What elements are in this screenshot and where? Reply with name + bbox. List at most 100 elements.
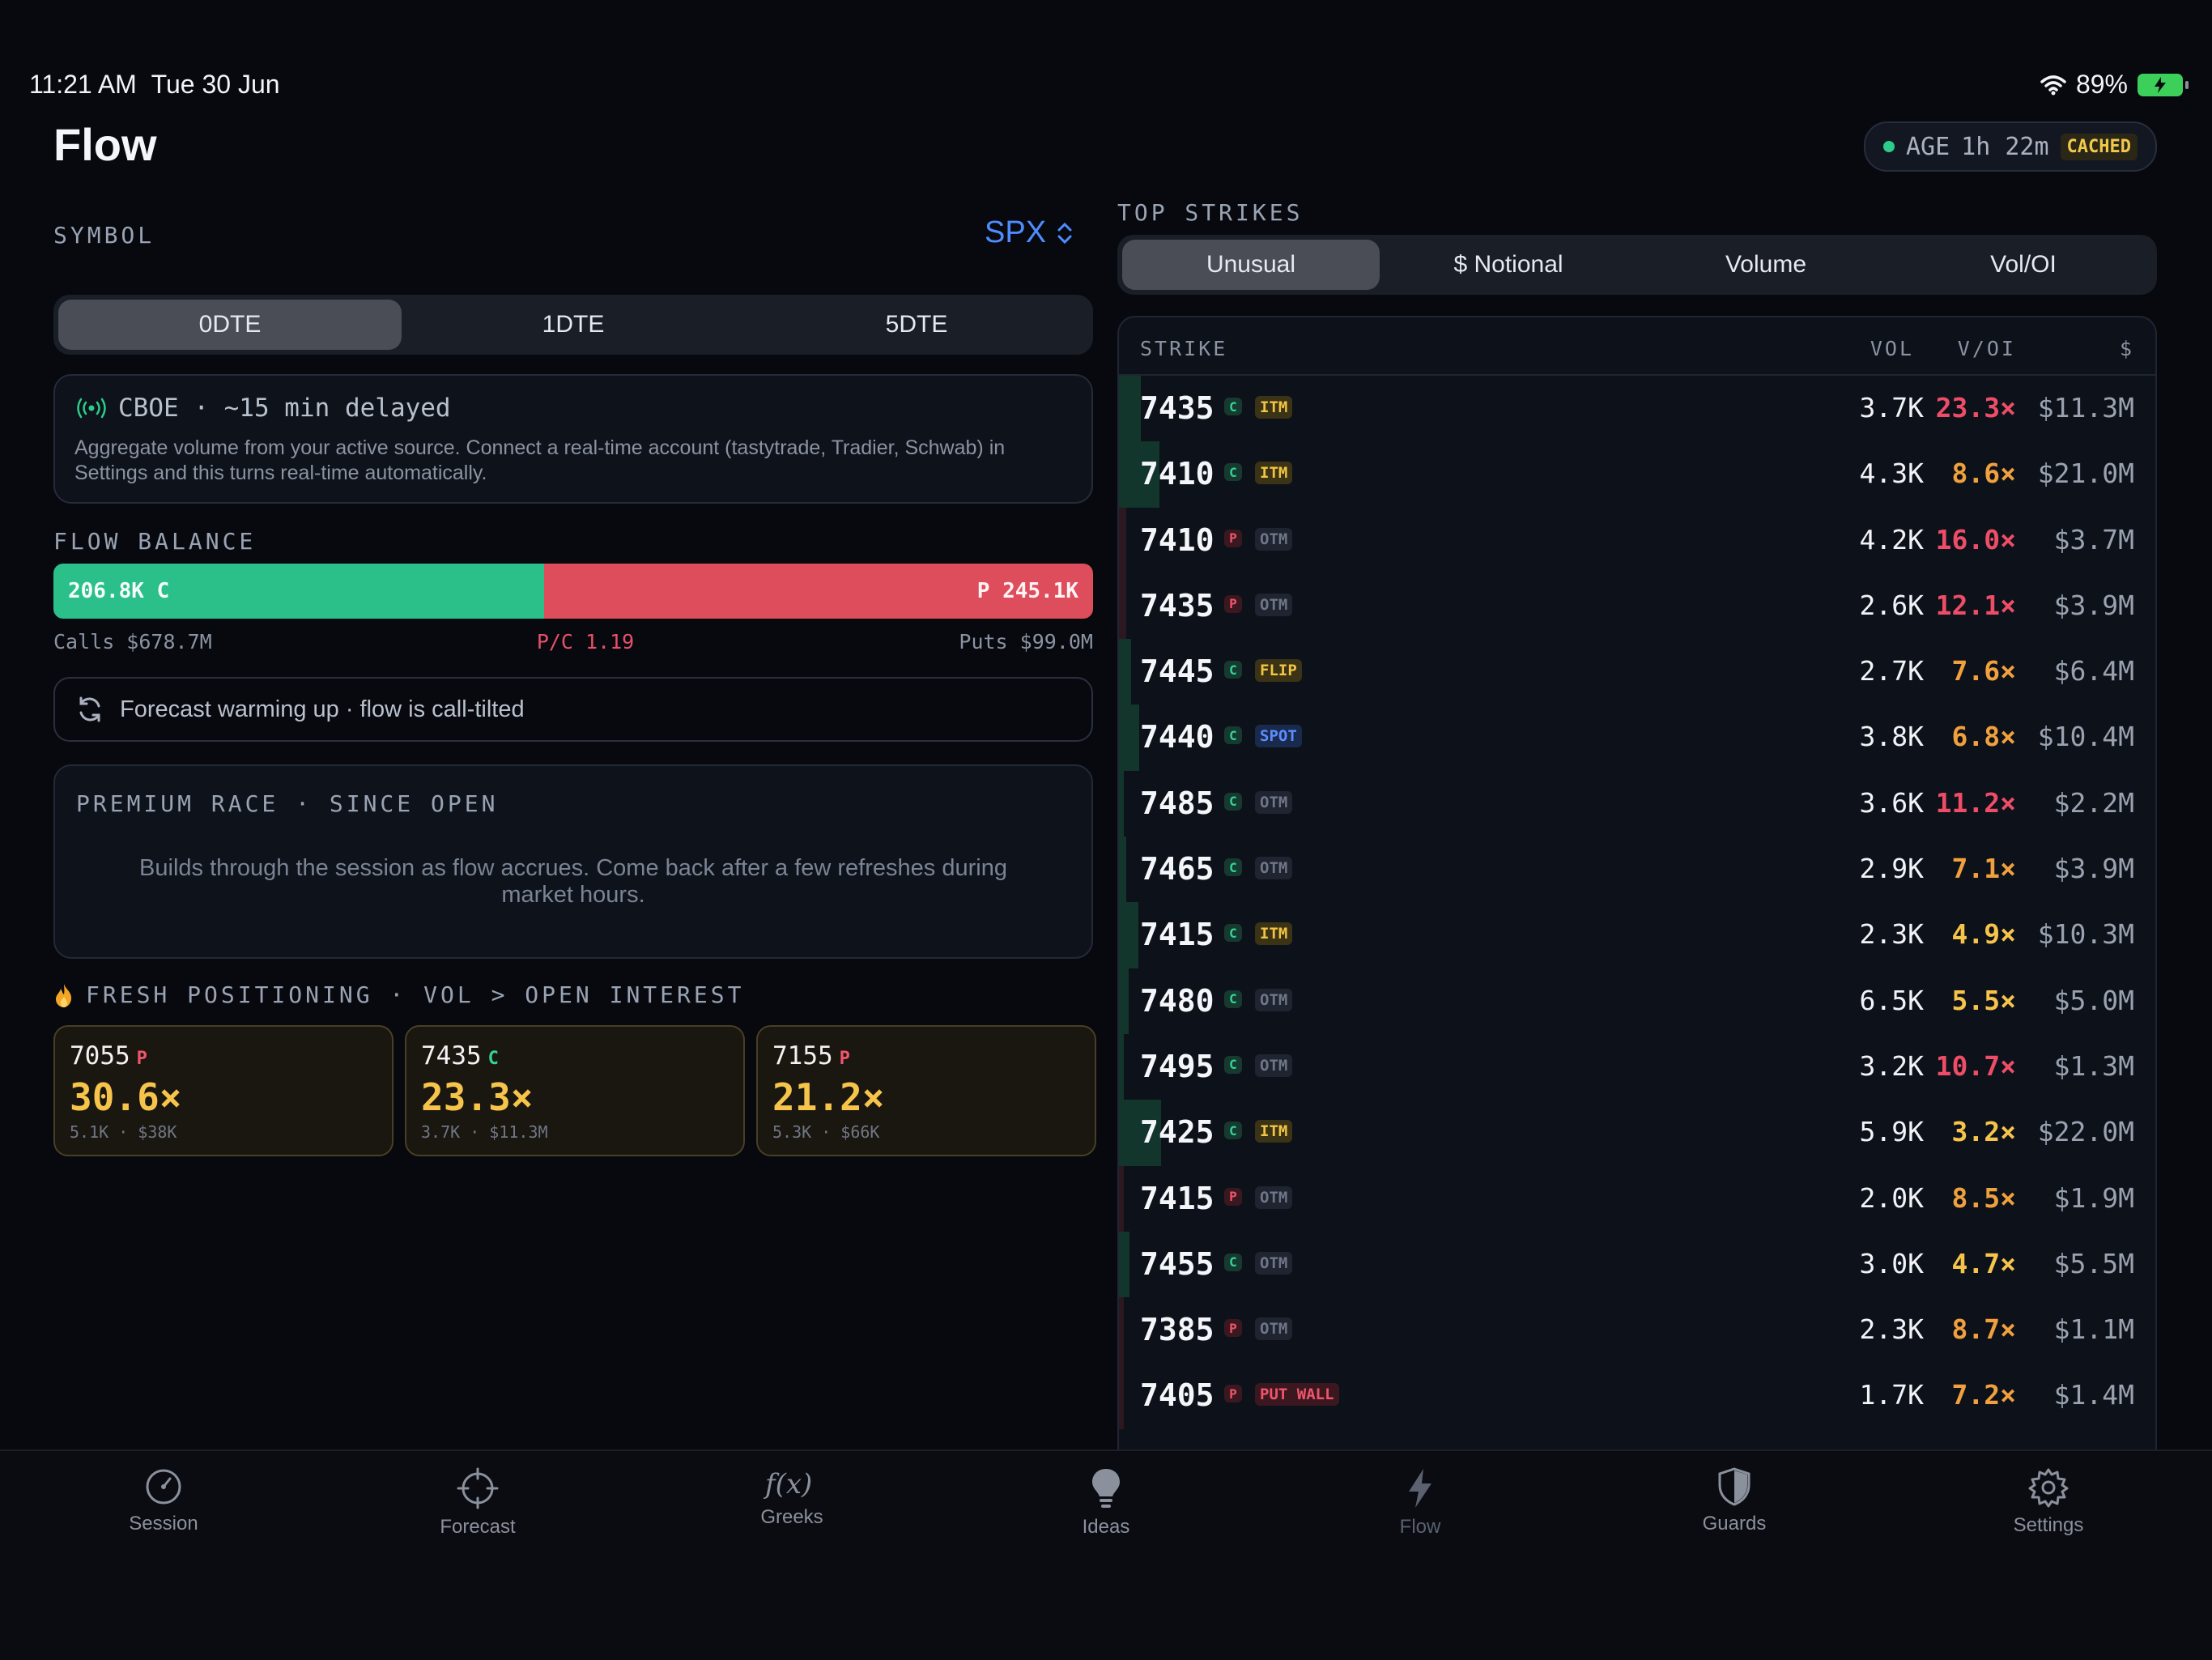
volume-value: 1.7K (1859, 1379, 1924, 1411)
volume-value: 2.9K (1859, 853, 1924, 885)
table-row[interactable]: 7405 P PUT WALL 1.7K 7.2× $1.4M (1119, 1363, 2155, 1429)
table-row[interactable]: 7455 C OTM 3.0K 4.7× $5.5M (1119, 1231, 2155, 1298)
table-row[interactable]: 7435 P OTM 2.6K 12.1× $3.9M (1119, 572, 2155, 640)
vol-oi-ratio: 11.2× (1935, 786, 2016, 819)
tab-volume[interactable]: Volume (1637, 240, 1895, 290)
table-row[interactable]: 7410 P OTM 4.2K 16.0× $3.7M (1119, 507, 2155, 573)
notional-share-bar (1119, 1297, 1124, 1364)
wifi-icon (2040, 74, 2066, 95)
notional-share-bar (1119, 968, 1129, 1034)
source-title: CBOE · ~15 min delayed (118, 394, 451, 423)
volume-value: 6.5K (1859, 984, 1924, 1016)
refresh-icon (79, 696, 100, 722)
volume-value: 3.0K (1859, 1247, 1924, 1279)
table-row[interactable]: 7415 C ITM 2.3K 4.9× $10.3M (1119, 902, 2155, 968)
table-row[interactable]: 7440 C SPOT 3.8K 6.8× $10.4M (1119, 704, 2155, 771)
broadcast-icon (77, 398, 106, 419)
notional-value: $5.0M (2053, 984, 2134, 1016)
age-label: AGE (1905, 132, 1950, 161)
nav-forecast[interactable]: Forecast (397, 1467, 559, 1539)
nav-label: Guards (1702, 1513, 1767, 1534)
table-row[interactable]: 7410 C ITM 4.3K 8.6× $21.0M (1119, 441, 2155, 508)
nav-settings[interactable]: Settings (1967, 1467, 2129, 1537)
table-row[interactable]: 7385 P OTM 2.3K 8.7× $1.1M (1119, 1297, 2155, 1364)
strike-price: 7410 (1140, 456, 1214, 492)
notional-share-bar (1119, 507, 1126, 573)
tab-unusual[interactable]: Unusual (1122, 240, 1380, 290)
option-type-badge: C (1224, 463, 1242, 482)
table-row[interactable]: 7415 P OTM 2.0K 8.5× $1.9M (1119, 1165, 2155, 1232)
moneyness-badge: OTM (1255, 790, 1293, 814)
chevron-updown-icon (1057, 222, 1072, 244)
function-icon: f(x) (764, 1468, 812, 1500)
notional-value: $10.3M (2037, 918, 2134, 951)
table-row[interactable]: 7445 C FLIP 2.7K 7.6× $6.4M (1119, 639, 2155, 705)
table-row[interactable]: 7480 C OTM 6.5K 5.5× $5.0M (1119, 968, 2155, 1034)
table-row[interactable]: 7485 C OTM 3.6K 11.2× $2.2M (1119, 770, 2155, 837)
table-row[interactable]: 7495 C OTM 3.2K 10.7× $1.3M (1119, 1033, 2155, 1100)
nav-guards[interactable]: Guards (1653, 1467, 1815, 1535)
strike-price: 7415 (1140, 1180, 1214, 1216)
table-row[interactable]: 7465 C OTM 2.9K 7.1× $3.9M (1119, 836, 2155, 903)
nav-label: Forecast (440, 1516, 516, 1538)
option-type-badge: P (1224, 594, 1242, 613)
symbol-picker[interactable]: SPX (985, 215, 1074, 250)
volume-value: 3.6K (1859, 786, 1924, 819)
notional-share-bar (1119, 704, 1139, 771)
notional-value: $5.5M (2053, 1247, 2134, 1279)
nav-ideas[interactable]: Ideas (1025, 1467, 1187, 1539)
strike-price: 7455 (1140, 1245, 1214, 1282)
cached-badge: CACHED (2060, 133, 2138, 160)
notional-value: $1.3M (2053, 1049, 2134, 1082)
notional-value: $6.4M (2053, 655, 2134, 687)
option-type-badge: C (1224, 1122, 1242, 1140)
option-type-badge: C (1224, 726, 1242, 745)
nav-flow[interactable]: Flow (1339, 1467, 1501, 1539)
top-strikes-sort-tabs: Unusual $ Notional Volume Vol/OI (1117, 235, 2157, 295)
gear-icon (2028, 1468, 2069, 1508)
crosshair-icon (457, 1467, 499, 1509)
option-type: P (136, 1049, 147, 1069)
put-call-ratio: P/C 1.19 (536, 630, 635, 653)
status-time: 11:21 AM Tue 30 Jun (29, 70, 280, 99)
flow-balance-meta: Calls $678.7M P/C 1.19 Puts $99.0M (53, 630, 1093, 653)
moneyness-badge: SPOT (1255, 725, 1302, 748)
nav-session[interactable]: Session (83, 1467, 245, 1535)
moneyness-badge: FLIP (1255, 659, 1302, 683)
premium-race-card: PREMIUM RACE · SINCE OPEN Builds through… (53, 764, 1093, 959)
moneyness-badge: ITM (1255, 396, 1293, 419)
notional-value: $3.9M (2053, 589, 2134, 621)
forecast-status-banner[interactable]: Forecast warming up · flow is call-tilte… (53, 677, 1093, 742)
fresh-strike: 7155 (772, 1041, 833, 1070)
option-type: P (839, 1049, 850, 1069)
moneyness-badge: OTM (1255, 1185, 1293, 1209)
dte-tab-1dte[interactable]: 1DTE (402, 300, 745, 350)
option-type-badge: C (1224, 398, 1242, 415)
svg-text:f(x): f(x) (764, 1468, 812, 1500)
dte-tab-0dte[interactable]: 0DTE (58, 300, 402, 350)
nav-greeks[interactable]: f(x) Greeks (711, 1467, 873, 1529)
vol-oi-ratio: 7.1× (1951, 853, 2016, 885)
calls-notional: Calls $678.7M (53, 630, 212, 653)
fresh-strike: 7435 (421, 1041, 482, 1070)
dte-tab-5dte[interactable]: 5DTE (745, 300, 1088, 350)
fresh-card[interactable]: 7435 C 23.3× 3.7K · $11.3M (405, 1025, 745, 1156)
fresh-card[interactable]: 7055 P 30.6× 5.1K · $38K (53, 1025, 393, 1156)
table-row[interactable]: 7435 C ITM 3.7K 23.3× $11.3M (1119, 376, 2155, 442)
strike-price: 7440 (1140, 719, 1214, 756)
notional-share-bar (1119, 902, 1138, 968)
notional-share-bar (1119, 639, 1131, 705)
column-header-notional: $ (2119, 337, 2134, 360)
dte-segmented-control: 0DTE 1DTE 5DTE (53, 295, 1093, 355)
volume-value: 5.9K (1859, 1116, 1924, 1148)
fresh-card[interactable]: 7155 P 21.2× 5.3K · $66K (756, 1025, 1096, 1156)
tab-notional[interactable]: $ Notional (1380, 240, 1637, 290)
notional-share-bar (1119, 572, 1126, 640)
moneyness-badge: OTM (1255, 527, 1293, 551)
data-source-card: CBOE · ~15 min delayed Aggregate volume … (53, 374, 1093, 504)
notional-value: $11.3M (2037, 392, 2134, 424)
live-dot-icon (1882, 141, 1895, 152)
tab-vol-oi[interactable]: Vol/OI (1895, 240, 2152, 290)
premium-race-empty-text: Builds through the session as flow accru… (139, 855, 1007, 908)
table-row[interactable]: 7425 C ITM 5.9K 3.2× $22.0M (1119, 1100, 2155, 1166)
